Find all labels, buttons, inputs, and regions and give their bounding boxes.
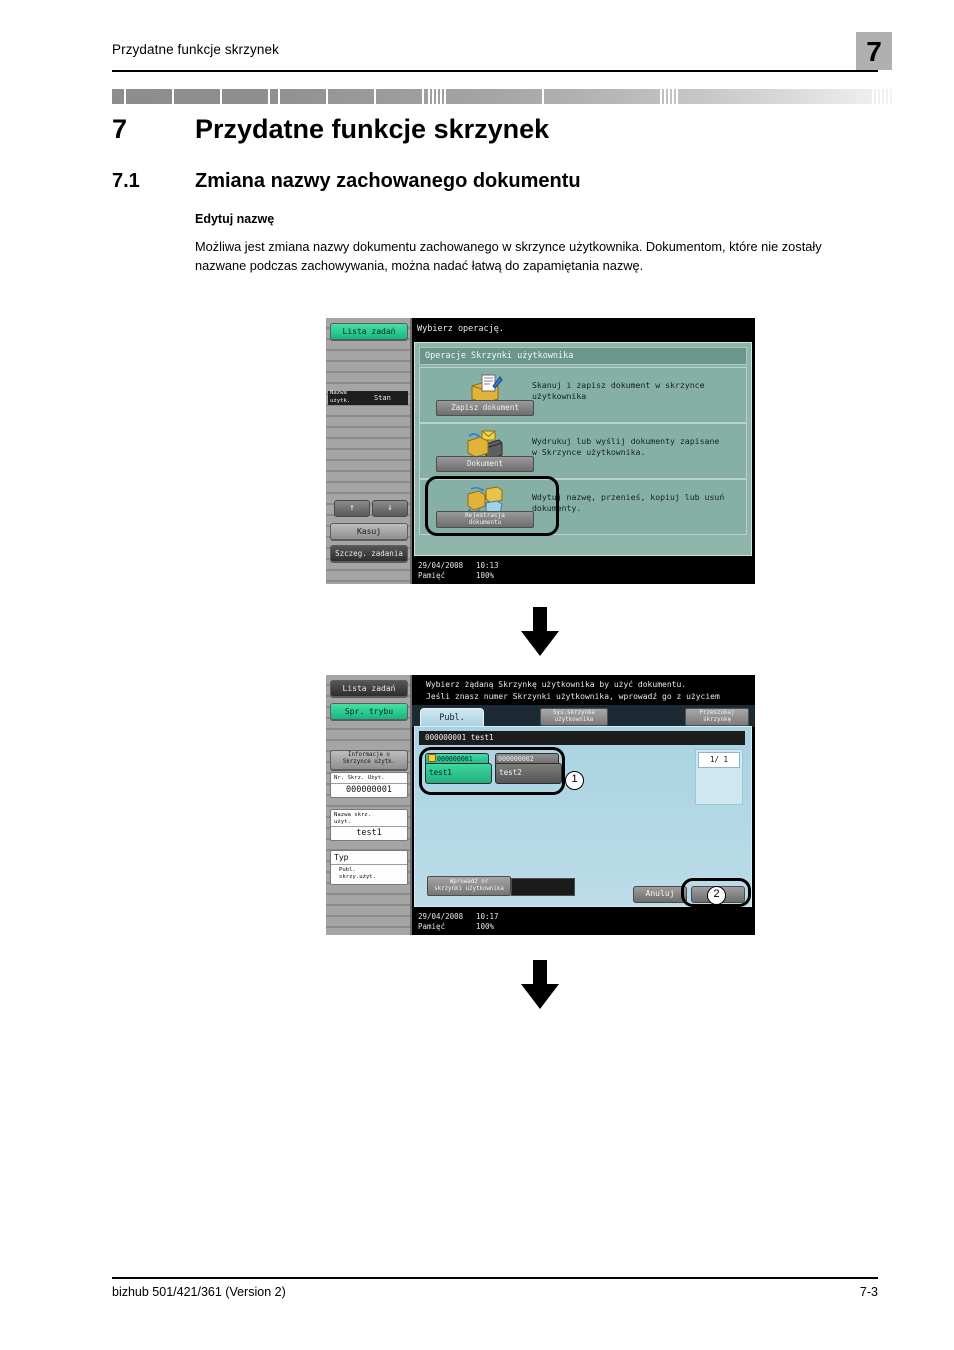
box-number-label: Nr. Skrz. Użyt. <box>331 773 407 784</box>
box-name-label: Nazwa skrz. użyt. <box>331 810 407 827</box>
job-list-button-2[interactable]: Lista zadań <box>330 680 408 697</box>
box-tile-test2[interactable]: 000000002 test2 <box>495 753 562 784</box>
chapter-badge: 7 <box>856 32 892 70</box>
job-details-button[interactable]: Szczeg. zadania <box>330 545 408 562</box>
tab-public-box[interactable]: Publ. <box>420 708 484 728</box>
panel2-status-time: 10:17 <box>476 912 499 921</box>
panel1-status-memory-label: Pamięć <box>418 571 446 580</box>
panel1-status-bar: 29/04/2008 10:13 Pamięć 100% <box>414 558 755 584</box>
footer-divider <box>112 1277 878 1280</box>
footer-page-number: 7-3 <box>859 1285 878 1299</box>
check-mode-button[interactable]: Spr. trybu <box>330 703 408 720</box>
scroll-down-button[interactable]: ↓ <box>372 500 408 517</box>
scroll-up-button[interactable]: ↑ <box>334 500 370 517</box>
panel1-prompt: Wybierz operację. <box>412 318 755 340</box>
box-type-label: Typ <box>331 851 407 865</box>
box-number-field: Nr. Skrz. Użyt. 000000001 <box>330 772 408 798</box>
panel2-main-area: 000000001 test1 000000001 test1 00000000… <box>414 726 752 907</box>
box-name-value: test1 <box>356 828 382 838</box>
box-number-input[interactable] <box>511 878 575 896</box>
operation-row-register[interactable]: Wdytuj nazwę, przenieś, kopiuj lub usuń … <box>419 479 747 535</box>
panel1-group-title: Operacje Skrzynki użytkownika <box>419 347 747 365</box>
page-header: Przydatne funkcje skrzynek 7 <box>112 32 892 82</box>
screenshot-panel-operations: Lista zadań Nazwa użytk. Stan ↑ ↓ Kasuj … <box>326 318 755 584</box>
page-indicator: 1/ 1 <box>698 752 740 768</box>
panel2-prompt: Wybierz żądaną Skrzynkę użytkownika by u… <box>412 675 755 713</box>
operation-row-save-description: Skanuj i zapisz dokument w skrzynce użyt… <box>532 380 705 401</box>
panel2-status-date: 29/04/2008 <box>418 912 464 921</box>
box-number-value: 000000001 <box>345 784 393 795</box>
section-title: Zmiana nazwy zachowanego dokumentu <box>195 170 581 192</box>
section-number: 7.1 <box>112 170 140 192</box>
flow-arrow-down-2 <box>518 960 562 1010</box>
operation-row-save[interactable]: Skanuj i zapisz dokument w skrzynce użyt… <box>419 367 747 423</box>
box-name-field: Nazwa skrz. użyt. test1 <box>330 809 408 841</box>
panel2-left-rail: Lista zadań Spr. trybu Informacje o Skrz… <box>326 675 412 935</box>
panel1-status-time: 10:13 <box>476 561 499 570</box>
job-table-header: Nazwa użytk. Stan <box>328 390 408 405</box>
box-tile-test1-name: test1 <box>425 763 492 784</box>
box-tile-test1[interactable]: 000000001 test1 <box>425 753 492 784</box>
panel1-main-area: Operacje Skrzynki użytkownika Skanuj i z… <box>414 342 752 556</box>
chapter-heading: 7 Przydatne funkcje skrzynek <box>112 114 892 145</box>
operation-row-document[interactable]: Wydrukuj lub wyślij dokumenty zapisane w… <box>419 423 747 479</box>
footer-product: bizhub 501/421/361 (Version 2) <box>112 1285 286 1299</box>
job-col-status: Stan <box>374 394 391 402</box>
box-number-text: 000000001 <box>437 755 473 763</box>
decorative-gradient-bar <box>112 89 892 104</box>
panel1-left-rail: Lista zadań Nazwa użytk. Stan ↑ ↓ Kasuj … <box>326 318 412 584</box>
cancel-button[interactable]: Anuluj <box>633 886 687 903</box>
box-type-field: Typ Publ. skrzy.użyt. <box>330 850 408 885</box>
delete-job-button[interactable]: Kasuj <box>330 523 408 540</box>
search-box-button[interactable]: Przeszukaj skrzynkę <box>685 708 749 726</box>
panel2-status-memory-label: Pamięć <box>418 922 446 931</box>
system-box-button[interactable]: Sys.skrzynka użytkownika <box>540 708 608 726</box>
header-divider <box>112 70 878 73</box>
sub-heading: Edytuj nazwę <box>195 212 275 226</box>
box-type-value: Publ. skrzy.użyt. <box>339 867 377 880</box>
register-document-button[interactable]: Rejestracja dokumentu <box>436 511 534 528</box>
enter-box-number-button[interactable]: Wprowadź nr skrzynki użytkownika <box>427 876 511 896</box>
job-list-button[interactable]: Lista zadań <box>330 323 408 340</box>
chapter-title: Przydatne funkcje skrzynek <box>195 114 550 144</box>
screenshot-panel-select-box: Lista zadań Spr. trybu Informacje o Skrz… <box>326 675 755 935</box>
box-breadcrumb: 000000001 test1 <box>419 731 745 745</box>
flow-arrow-down-1 <box>518 607 562 657</box>
operation-row-register-description: Wdytuj nazwę, przenieś, kopiuj lub usuń … <box>532 492 725 513</box>
page-indicator-area: 1/ 1 <box>695 749 743 805</box>
document-button[interactable]: Dokument <box>436 456 534 472</box>
body-paragraph: Możliwa jest zmiana nazwy dokumentu zach… <box>195 239 822 273</box>
panel1-status-date: 29/04/2008 <box>418 561 464 570</box>
save-document-button[interactable]: Zapisz dokument <box>436 400 534 416</box>
box-tile-test2-name: test2 <box>495 763 562 784</box>
callout-2: 2 <box>707 886 726 905</box>
operation-row-document-description: Wydrukuj lub wyślij dokumenty zapisane w… <box>532 436 720 457</box>
box-info-button[interactable]: Informacje o Skrzynce użytk. <box>330 750 408 770</box>
chapter-number: 7 <box>112 114 128 144</box>
panel2-status-memory-value: 100% <box>476 922 495 931</box>
panel1-status-memory-value: 100% <box>476 571 495 580</box>
job-col-user: Nazwa użytk. <box>330 390 351 404</box>
running-title: Przydatne funkcje skrzynek <box>112 42 279 57</box>
section-heading: 7.1 Zmiana nazwy zachowanego dokumentu <box>112 170 892 193</box>
callout-1: 1 <box>565 771 584 790</box>
panel2-status-bar: 29/04/2008 10:17 Pamięć 100% <box>414 909 755 935</box>
panel2-tab-bar: Publ. Sys.skrzynka użytkownika Przeszuka… <box>412 705 755 728</box>
lock-icon <box>428 754 436 762</box>
